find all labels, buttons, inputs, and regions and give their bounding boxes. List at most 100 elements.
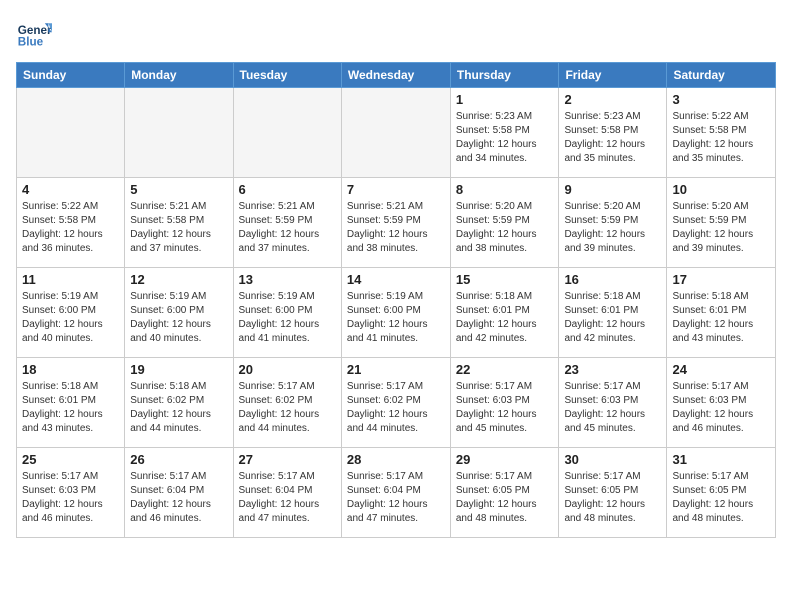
day-info: Sunrise: 5:17 AM Sunset: 6:04 PM Dayligh… <box>347 470 445 526</box>
day-info: Sunrise: 5:18 AM Sunset: 6:01 PM Dayligh… <box>456 290 554 346</box>
calendar-cell: 14Sunrise: 5:19 AM Sunset: 6:00 PM Dayli… <box>341 268 450 358</box>
day-number: 2 <box>564 92 661 107</box>
day-info: Sunrise: 5:22 AM Sunset: 5:58 PM Dayligh… <box>672 110 770 166</box>
weekday-header-thursday: Thursday <box>450 63 559 88</box>
day-number: 3 <box>672 92 770 107</box>
logo: General Blue <box>16 16 52 52</box>
calendar-cell: 13 Sunrise: 5:19 AM Sunset: 6:00 PM Dayli… <box>233 268 341 358</box>
day-info: Sunrise: 5:19 AM Sunset: 6:00 PM Dayligh… <box>130 290 227 346</box>
day-info: Sunrise: 5:20 AM Sunset: 5:59 PM Dayligh… <box>672 200 770 256</box>
day-number: 5 <box>130 182 227 197</box>
weekday-header-sunday: Sunday <box>17 63 125 88</box>
calendar-cell: 23Sunrise: 5:17 AM Sunset: 6:03 PM Dayli… <box>559 358 667 448</box>
day-info: Sunrise: 5:18 AM Sunset: 6:02 PM Dayligh… <box>130 380 227 436</box>
day-info: Sunrise: 5:17 AM Sunset: 6:05 PM Dayligh… <box>672 470 770 526</box>
calendar-cell: 5 Sunrise: 5:21 AM Sunset: 5:58 PM Daylig… <box>125 178 233 268</box>
day-info: Sunrise: 5:17 AM Sunset: 6:02 PM Dayligh… <box>347 380 445 436</box>
calendar-week-row: 18 Sunrise: 5:18 AM Sunset: 6:01 PM Dayli… <box>17 358 776 448</box>
calendar-cell: 28 Sunrise: 5:17 AM Sunset: 6:04 PM Dayli… <box>341 448 450 538</box>
calendar-week-row: 25Sunrise: 5:17 AM Sunset: 6:03 PM Dayli… <box>17 448 776 538</box>
calendar-cell: 9 Sunrise: 5:20 AM Sunset: 5:59 PM Daylig… <box>559 178 667 268</box>
calendar-cell: 25Sunrise: 5:17 AM Sunset: 6:03 PM Dayli… <box>17 448 125 538</box>
logo-icon: General Blue <box>16 16 52 52</box>
calendar-cell: 2 Sunrise: 5:23 AM Sunset: 5:58 PM Daylig… <box>559 88 667 178</box>
day-number: 28 <box>347 452 445 467</box>
day-info: Sunrise: 5:21 AM Sunset: 5:58 PM Dayligh… <box>130 200 227 256</box>
day-number: 9 <box>564 182 661 197</box>
day-number: 13 <box>239 272 336 287</box>
day-info: Sunrise: 5:17 AM Sunset: 6:02 PM Dayligh… <box>239 380 336 436</box>
day-number: 22 <box>456 362 554 377</box>
weekday-header-wednesday: Wednesday <box>341 63 450 88</box>
calendar-week-row: 1Sunrise: 5:23 AM Sunset: 5:58 PM Daylig… <box>17 88 776 178</box>
calendar-table: SundayMondayTuesdayWednesdayThursdayFrid… <box>16 62 776 538</box>
calendar-cell <box>233 88 341 178</box>
calendar-cell: 26 Sunrise: 5:17 AM Sunset: 6:04 PM Dayli… <box>125 448 233 538</box>
svg-text:Blue: Blue <box>18 36 44 49</box>
day-info: Sunrise: 5:17 AM Sunset: 6:05 PM Dayligh… <box>564 470 661 526</box>
day-info: Sunrise: 5:17 AM Sunset: 6:04 PM Dayligh… <box>239 470 336 526</box>
weekday-header-row: SundayMondayTuesdayWednesdayThursdayFrid… <box>17 63 776 88</box>
calendar-cell: 16 Sunrise: 5:18 AM Sunset: 6:01 PM Dayli… <box>559 268 667 358</box>
day-info: Sunrise: 5:17 AM Sunset: 6:03 PM Dayligh… <box>456 380 554 436</box>
calendar-cell: 3 Sunrise: 5:22 AM Sunset: 5:58 PM Daylig… <box>667 88 776 178</box>
day-info: Sunrise: 5:19 AM Sunset: 6:00 PM Dayligh… <box>239 290 336 346</box>
calendar-cell <box>341 88 450 178</box>
calendar-cell: 17 Sunrise: 5:18 AM Sunset: 6:01 PM Dayli… <box>667 268 776 358</box>
day-number: 31 <box>672 452 770 467</box>
day-info: Sunrise: 5:17 AM Sunset: 6:05 PM Dayligh… <box>456 470 554 526</box>
day-number: 8 <box>456 182 554 197</box>
day-info: Sunrise: 5:23 AM Sunset: 5:58 PM Dayligh… <box>456 110 554 166</box>
day-number: 29 <box>456 452 554 467</box>
weekday-header-friday: Friday <box>559 63 667 88</box>
day-number: 26 <box>130 452 227 467</box>
calendar-cell: 15 Sunrise: 5:18 AM Sunset: 6:01 PM Dayli… <box>450 268 559 358</box>
day-info: Sunrise: 5:23 AM Sunset: 5:58 PM Dayligh… <box>564 110 661 166</box>
day-number: 12 <box>130 272 227 287</box>
day-info: Sunrise: 5:17 AM Sunset: 6:03 PM Dayligh… <box>564 380 661 436</box>
day-info: Sunrise: 5:18 AM Sunset: 6:01 PM Dayligh… <box>672 290 770 346</box>
day-number: 21 <box>347 362 445 377</box>
calendar-cell: 10Sunrise: 5:20 AM Sunset: 5:59 PM Dayli… <box>667 178 776 268</box>
day-number: 11 <box>22 272 119 287</box>
calendar-cell: 19 Sunrise: 5:18 AM Sunset: 6:02 PM Dayli… <box>125 358 233 448</box>
day-info: Sunrise: 5:21 AM Sunset: 5:59 PM Dayligh… <box>239 200 336 256</box>
day-number: 4 <box>22 182 119 197</box>
calendar-cell: 8Sunrise: 5:20 AM Sunset: 5:59 PM Daylig… <box>450 178 559 268</box>
calendar-cell: 18 Sunrise: 5:18 AM Sunset: 6:01 PM Dayli… <box>17 358 125 448</box>
calendar-cell: 29 Sunrise: 5:17 AM Sunset: 6:05 PM Dayli… <box>450 448 559 538</box>
weekday-header-saturday: Saturday <box>667 63 776 88</box>
day-number: 16 <box>564 272 661 287</box>
day-info: Sunrise: 5:17 AM Sunset: 6:04 PM Dayligh… <box>130 470 227 526</box>
day-info: Sunrise: 5:19 AM Sunset: 6:00 PM Dayligh… <box>22 290 119 346</box>
calendar-cell: 6 Sunrise: 5:21 AM Sunset: 5:59 PM Daylig… <box>233 178 341 268</box>
calendar-cell: 20Sunrise: 5:17 AM Sunset: 6:02 PM Dayli… <box>233 358 341 448</box>
day-number: 24 <box>672 362 770 377</box>
day-info: Sunrise: 5:17 AM Sunset: 6:03 PM Dayligh… <box>672 380 770 436</box>
day-info: Sunrise: 5:22 AM Sunset: 5:58 PM Dayligh… <box>22 200 119 256</box>
calendar-week-row: 4 Sunrise: 5:22 AM Sunset: 5:58 PM Daylig… <box>17 178 776 268</box>
calendar-cell: 31 Sunrise: 5:17 AM Sunset: 6:05 PM Dayli… <box>667 448 776 538</box>
day-number: 15 <box>456 272 554 287</box>
calendar-cell: 12 Sunrise: 5:19 AM Sunset: 6:00 PM Dayli… <box>125 268 233 358</box>
page-header: General Blue <box>16 16 776 52</box>
weekday-header-monday: Monday <box>125 63 233 88</box>
calendar-cell <box>17 88 125 178</box>
day-info: Sunrise: 5:20 AM Sunset: 5:59 PM Dayligh… <box>564 200 661 256</box>
day-number: 7 <box>347 182 445 197</box>
day-number: 19 <box>130 362 227 377</box>
day-number: 25 <box>22 452 119 467</box>
day-info: Sunrise: 5:18 AM Sunset: 6:01 PM Dayligh… <box>564 290 661 346</box>
day-info: Sunrise: 5:18 AM Sunset: 6:01 PM Dayligh… <box>22 380 119 436</box>
day-number: 6 <box>239 182 336 197</box>
calendar-cell: 7Sunrise: 5:21 AM Sunset: 5:59 PM Daylig… <box>341 178 450 268</box>
calendar-cell <box>125 88 233 178</box>
calendar-cell: 24 Sunrise: 5:17 AM Sunset: 6:03 PM Dayli… <box>667 358 776 448</box>
day-number: 17 <box>672 272 770 287</box>
calendar-cell: 4 Sunrise: 5:22 AM Sunset: 5:58 PM Daylig… <box>17 178 125 268</box>
day-info: Sunrise: 5:19 AM Sunset: 6:00 PM Dayligh… <box>347 290 445 346</box>
calendar-week-row: 11 Sunrise: 5:19 AM Sunset: 6:00 PM Dayli… <box>17 268 776 358</box>
calendar-cell: 21 Sunrise: 5:17 AM Sunset: 6:02 PM Dayli… <box>341 358 450 448</box>
day-number: 18 <box>22 362 119 377</box>
day-number: 30 <box>564 452 661 467</box>
